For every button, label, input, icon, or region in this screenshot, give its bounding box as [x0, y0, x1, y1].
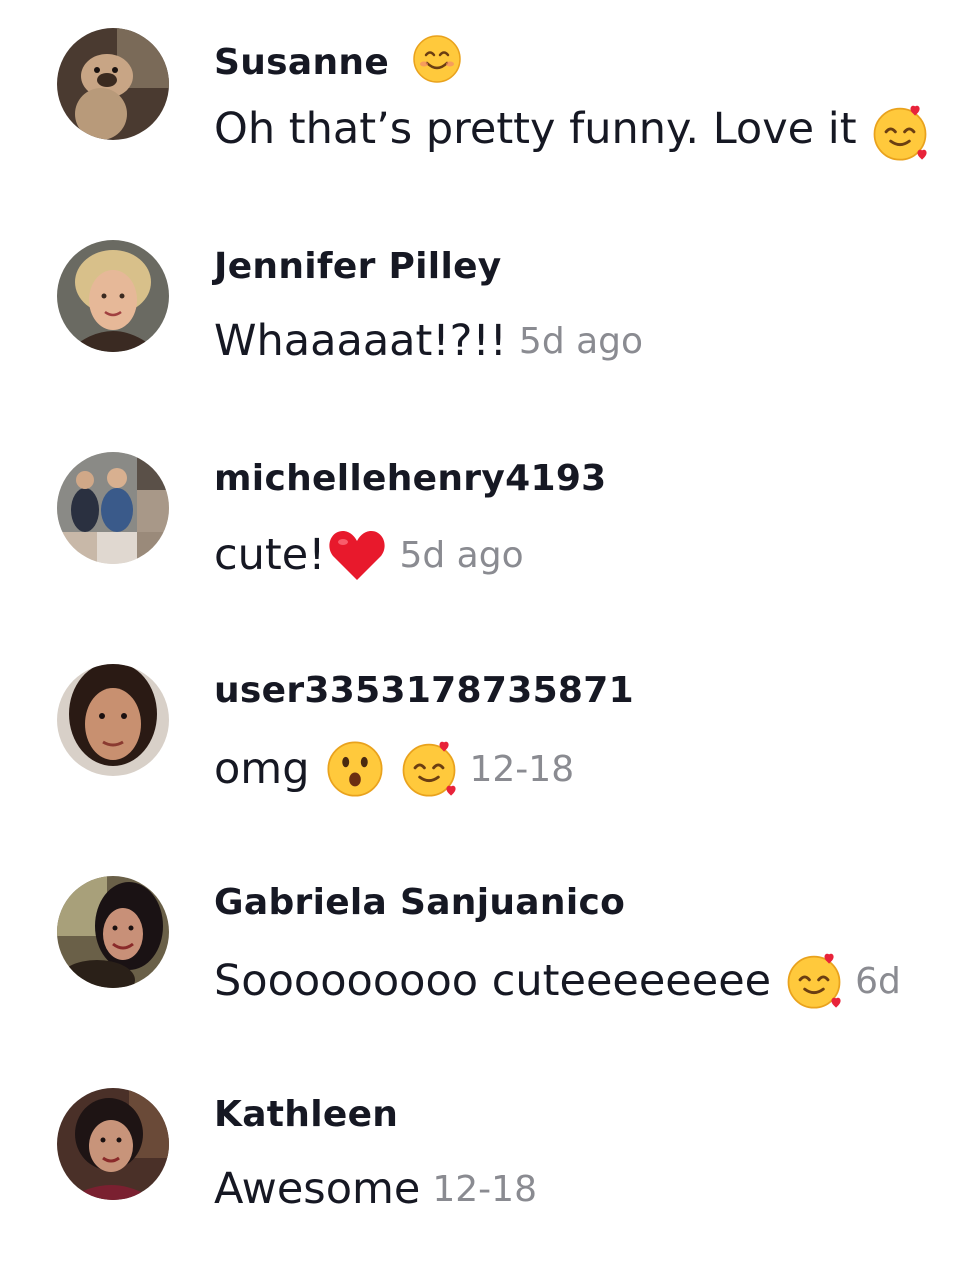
username[interactable]: Susanne	[214, 34, 462, 84]
comment-item: Kathleen Awesome 12-18	[0, 1060, 980, 1260]
comment-text: Sooooooooo cuteeeeeeee 6d	[214, 952, 901, 1010]
avatar[interactable]	[57, 1088, 169, 1200]
comment-text: cute! 5d ago	[214, 528, 524, 582]
username[interactable]: Gabriela Sanjuanico	[214, 882, 625, 923]
avatar[interactable]	[57, 240, 169, 352]
timestamp: 12-18	[469, 748, 575, 790]
smiling-face-with-hearts-emoji	[400, 740, 458, 798]
comment-text: Oh that’s pretty funny. Love it	[214, 104, 927, 161]
comment-item: user3353178735871 omg 12-18	[0, 636, 980, 836]
comment-text: Awesome 12-18	[214, 1164, 537, 1214]
comment-item: Gabriela Sanjuanico Sooooooooo cuteeeeee…	[0, 848, 980, 1048]
avatar[interactable]	[57, 28, 169, 140]
username[interactable]: Kathleen	[214, 1094, 398, 1135]
smiling-face-emoji	[412, 34, 462, 84]
smiling-face-with-hearts-emoji	[785, 952, 843, 1010]
timestamp: 5d ago	[518, 320, 644, 362]
username[interactable]: michellehenry4193	[214, 458, 607, 499]
username[interactable]: Jennifer Pilley	[214, 246, 502, 287]
comment-text: Whaaaaat!?!! 5d ago	[214, 316, 644, 366]
comment-list: Susanne Oh that’s pretty funny. Love it	[0, 0, 980, 1268]
timestamp: 5d ago	[399, 534, 524, 576]
red-heart-emoji	[327, 528, 387, 582]
comment-item: Jennifer Pilley Whaaaaat!?!! 5d ago	[0, 212, 980, 412]
timestamp: 6d	[855, 960, 901, 1002]
timestamp: 12-18	[432, 1168, 537, 1210]
avatar[interactable]	[57, 452, 169, 564]
comment-text: omg 12-18	[214, 740, 574, 798]
avatar[interactable]	[57, 876, 169, 988]
comment-item: michellehenry4193 cute! 5d ago	[0, 424, 980, 624]
username[interactable]: user3353178735871	[214, 670, 634, 711]
avatar[interactable]	[57, 664, 169, 776]
astonished-face-emoji	[326, 740, 384, 798]
comment-item: Susanne Oh that’s pretty funny. Love it	[0, 0, 980, 200]
smiling-face-with-hearts-emoji	[871, 104, 927, 161]
